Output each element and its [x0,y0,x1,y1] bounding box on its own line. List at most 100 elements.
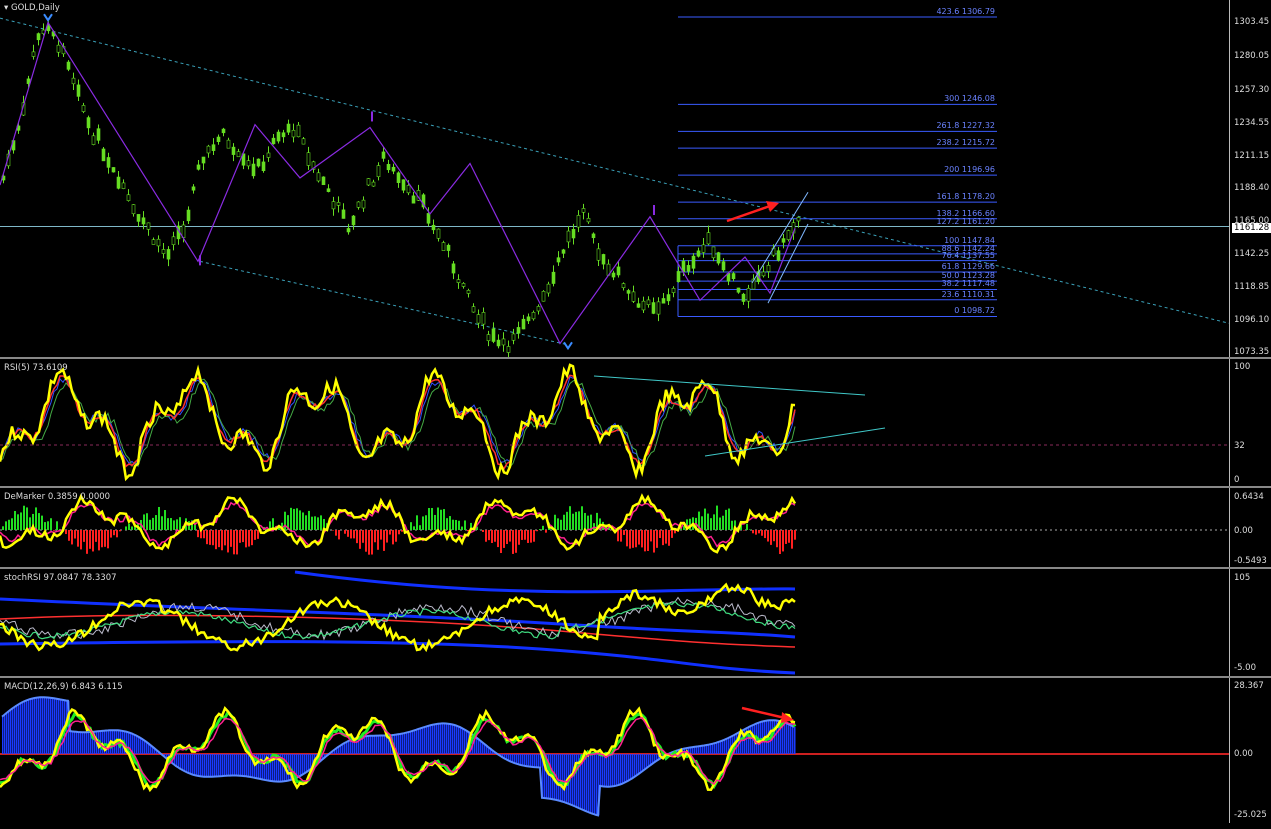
macd-histogram-bar [182,754,184,770]
fib-level-label: 100 1147.84 [944,235,995,245]
macd-histogram-bar [562,754,564,802]
macd-histogram-bar [48,697,50,754]
candle-body [356,201,361,208]
demarker-histogram-bar [590,514,592,530]
demarker-histogram-bar [248,530,250,547]
candle-body [461,283,466,287]
price-pane[interactable]: ▾ GOLD,Daily 0 1098.72 23.6 1110.31 38.2 1… [0,0,1229,357]
candle-body [156,238,161,247]
demarker-histogram-bar [623,530,625,535]
macd-histogram-bar [790,724,792,754]
demarker-histogram-bar [533,530,535,542]
demarker-histogram-bar [254,530,256,540]
demarker-histogram-bar [587,515,589,530]
macd-histogram-bar [416,729,418,754]
macd-histogram-bar [236,754,238,776]
candle-body [261,161,266,172]
demarker-histogram-bar [458,520,460,530]
demarker-histogram-bar [236,530,238,555]
demarker-histogram-bar [203,530,205,539]
demarker-histogram-bar [500,530,502,554]
demarker-histogram-bar [227,530,229,553]
candle-body [506,346,511,353]
macd-histogram-bar [76,731,78,754]
macd-histogram-bar [238,754,240,776]
demarker-histogram-bar [569,506,571,530]
macd-histogram-bar [218,754,220,777]
demarker-histogram-bar [401,530,403,532]
macd-histogram-bar [10,710,12,754]
candle-body [746,288,751,302]
demarker-pane[interactable]: DeMarker 0.3859 0.0000 [0,488,1229,567]
demarker-histogram-bar [764,530,766,539]
demarker-histogram-bar [791,530,793,549]
demarker-histogram-bar [716,505,718,530]
demarker-histogram-bar [770,530,772,545]
macd-chart [0,696,1229,817]
macd-histogram-bar [398,734,400,754]
demarker-tick: 0.00 [1234,526,1253,536]
stochrsi-band-lower [0,640,796,675]
demarker-histogram-bar [359,530,361,549]
macd-histogram-bar [624,754,626,783]
demarker-histogram-bar [14,511,16,530]
stochrsi-pane[interactable]: stochRSI 97.0847 78.3307 [0,569,1229,676]
demarker-chart [0,493,1229,555]
demarker-histogram-bar [113,530,115,536]
macd-histogram-bar [70,731,72,754]
macd-histogram-bar [368,735,370,754]
candle-body [376,165,381,178]
demarker-histogram-bar [731,520,733,530]
demarker-histogram-bar [239,530,241,543]
candle-body [671,288,676,293]
demarker-histogram-bar [440,509,442,530]
rsi-tick: 0 [1234,475,1240,485]
demarker-histogram-bar [362,530,364,543]
candle-body [206,145,211,154]
candle-body [196,164,201,170]
macd-histogram-bar [428,725,430,754]
candle-body [666,294,671,302]
demarker-histogram-bar [509,530,511,542]
demarker-histogram-bar [167,518,169,530]
demarker-histogram-bar [353,530,355,539]
candle-body [271,137,276,145]
demarker-histogram-bar [65,530,67,535]
demarker-histogram-bar [284,511,286,530]
macd-histogram-bar [262,754,264,780]
candle-body [486,334,491,342]
macd-histogram-bar [462,728,464,754]
demarker-histogram-bar [395,530,397,542]
demarker-histogram-bar [710,518,712,530]
rsi-pane[interactable]: RSI(5) 73.6109 [0,359,1229,486]
demarker-histogram-bar [434,514,436,530]
macd-title: MACD(12,26,9) 6.843 6.115 [4,682,123,692]
demarker-histogram-bar [332,530,334,531]
demarker-histogram-bar [71,530,73,545]
macd-histogram-bar [258,754,260,779]
demarker-histogram-bar [665,530,667,544]
candle-body [591,233,596,239]
candle-body [166,249,171,260]
candle-body [76,84,81,97]
demarker-histogram-bar [293,508,295,530]
candle-body [231,146,236,155]
demarker-histogram-bar [785,530,787,544]
macd-histogram-bar [380,735,382,754]
macd-histogram-bar [224,754,226,776]
macd-histogram-bar [196,754,198,776]
macd-histogram-bar [632,754,634,779]
candle-body [686,265,691,272]
macd-histogram-bar [34,698,36,754]
candle-body [571,229,576,239]
demarker-histogram-bar [257,530,259,539]
macd-histogram-bar [622,754,624,784]
candle-body [476,314,481,324]
dropdown-arrow-icon[interactable]: ▾ [4,3,8,13]
demarker-histogram-bar [617,530,619,542]
macd-pane[interactable]: MACD(12,26,9) 6.843 6.115 [0,678,1229,823]
macd-histogram-bar [348,741,350,754]
candle-body [641,300,646,311]
demarker-histogram-bar [335,530,337,536]
demarker-histogram-bar [128,523,130,530]
